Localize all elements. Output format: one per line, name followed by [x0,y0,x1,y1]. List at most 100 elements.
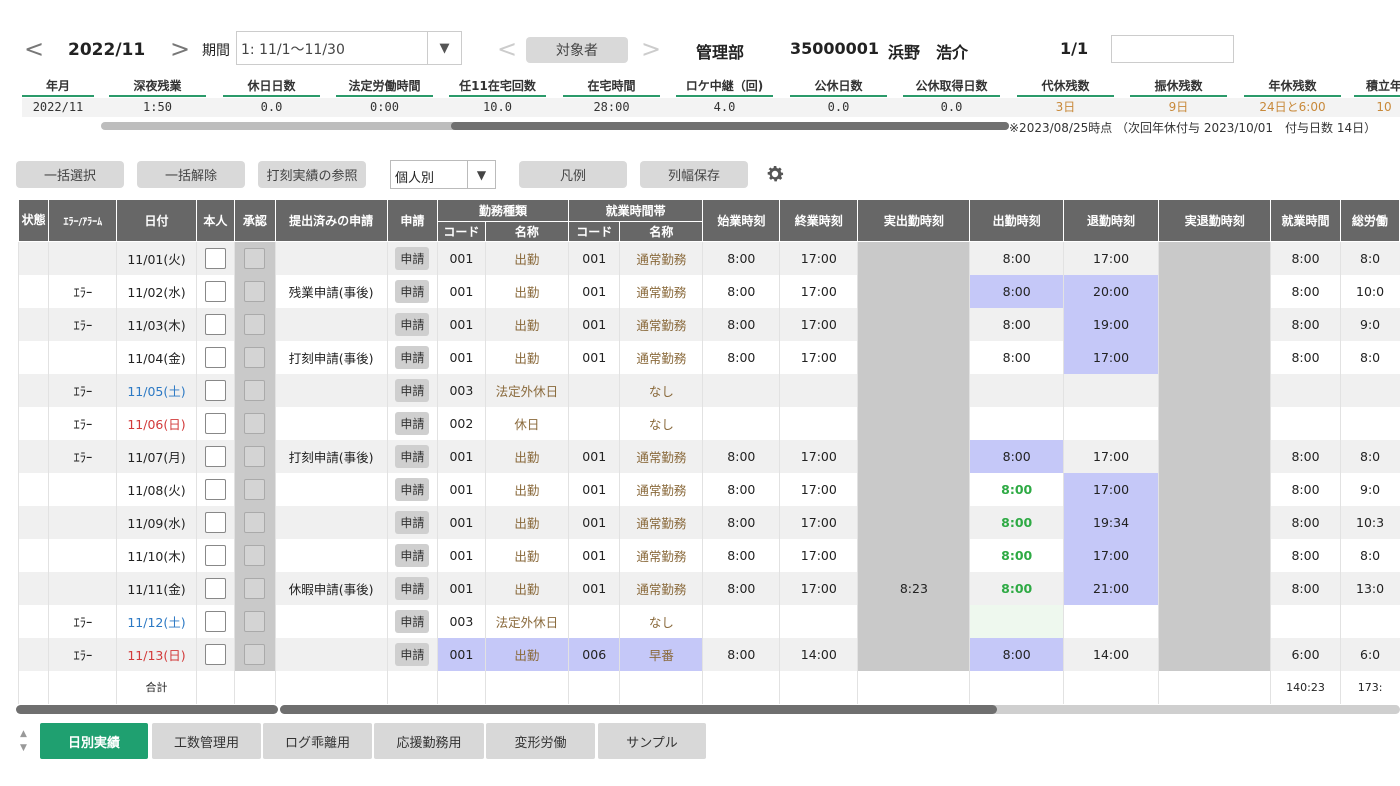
next-period-arrow[interactable]: > [170,37,190,61]
grid-scrollbar-track[interactable] [280,705,1400,714]
deselect-all-button[interactable]: 一括解除 [137,161,245,188]
self-checkbox[interactable] [204,643,226,665]
apply-cell[interactable]: 申請 [386,307,438,341]
apply-cell[interactable]: 申請 [386,274,438,308]
apply-button[interactable]: 申請 [395,345,430,369]
apply-button[interactable]: 申請 [395,609,430,633]
self-check-cell[interactable] [195,505,235,539]
self-checkbox[interactable] [204,247,226,269]
grid-scrollbar-thumb[interactable] [280,705,997,714]
search-input[interactable] [1111,35,1234,63]
self-check-cell[interactable] [195,274,235,308]
tab-4[interactable]: 変形労働 [486,723,595,759]
apply-button[interactable]: 申請 [395,378,430,402]
prev-person-arrow[interactable]: < [497,37,517,61]
apply-button[interactable]: 申請 [395,312,430,336]
apply-cell[interactable]: 申請 [386,241,438,275]
apply-button[interactable]: 申請 [395,576,430,600]
tab-0[interactable]: 日別実績 [40,723,148,759]
self-check-cell[interactable] [195,373,235,407]
self-checkbox[interactable] [204,346,226,368]
tab-1[interactable]: 工数管理用 [152,723,261,759]
total-cell: 8:0 [1339,340,1400,374]
work-type-name-cell: 出勤 [484,340,569,374]
self-checkbox[interactable] [204,577,226,599]
start-cell [702,373,780,407]
legend-button[interactable]: 凡例 [519,161,627,188]
summary-scrollbar-thumb[interactable] [451,122,1009,130]
prev-period-arrow[interactable]: < [24,37,44,61]
apply-cell[interactable]: 申請 [386,604,438,638]
self-checkbox[interactable] [204,445,226,467]
apply-cell[interactable]: 申請 [386,472,438,506]
self-check-cell[interactable] [195,637,235,671]
apply-button[interactable]: 申請 [395,246,430,270]
apply-button[interactable]: 申請 [395,642,430,666]
tab-5[interactable]: サンプル [598,723,706,759]
self-checkbox[interactable] [204,478,226,500]
approve-check-cell [234,439,276,473]
self-checkbox[interactable] [204,379,226,401]
status-cell [17,340,49,374]
self-check-cell[interactable] [195,307,235,341]
actual-in-cell [857,604,970,638]
self-check-cell[interactable] [195,439,235,473]
apply-cell[interactable]: 申請 [386,538,438,572]
total-empty-cell [234,670,276,704]
work-type-code-cell: 003 [437,373,486,407]
self-check-cell[interactable] [195,241,235,275]
self-checkbox[interactable] [204,610,226,632]
date-cell: 11/13(日) [116,637,197,671]
self-check-cell[interactable] [195,538,235,572]
self-checkbox[interactable] [204,313,226,335]
summary-scrollbar-track[interactable] [101,122,1009,130]
self-check-cell[interactable] [195,472,235,506]
work-type-name-cell: 出勤 [484,637,569,671]
date-text: 11/10(木) [127,548,186,564]
work-type-code-cell: 001 [437,538,486,572]
self-checkbox[interactable] [204,511,226,533]
view-mode-select[interactable]: 個人別 ▼ [390,160,496,189]
stamp-reference-button[interactable]: 打刻実績の参照 [258,161,366,188]
select-all-button[interactable]: 一括選択 [16,161,124,188]
self-check-cell[interactable] [195,340,235,374]
apply-button[interactable]: 申請 [395,444,430,468]
tab-2[interactable]: ログ乖離用 [263,723,372,759]
save-column-width-button[interactable]: 列幅保存 [640,161,748,188]
summary-value: 3日 [1055,100,1076,114]
self-check-cell[interactable] [195,406,235,440]
apply-button[interactable]: 申請 [395,279,430,303]
target-person-button[interactable]: 対象者 [526,37,628,63]
apply-button[interactable]: 申請 [395,411,430,435]
apply-cell[interactable]: 申請 [386,505,438,539]
clock-in-cell [969,406,1064,440]
self-checkbox[interactable] [204,412,226,434]
start-cell: 8:00 [702,505,780,539]
apply-button[interactable]: 申請 [395,477,430,501]
apply-cell[interactable]: 申請 [386,340,438,374]
self-check-cell[interactable] [195,604,235,638]
apply-cell[interactable]: 申請 [386,373,438,407]
apply-cell[interactable]: 申請 [386,571,438,605]
actual-in-cell [857,241,970,275]
approve-checkbox [244,379,266,401]
apply-button[interactable]: 申請 [395,543,430,567]
apply-cell[interactable]: 申請 [386,406,438,440]
self-checkbox[interactable] [204,280,226,302]
tab-scroll-arrows[interactable]: ▲ ▼ [20,727,27,755]
employee-name: 浜野 浩介 [888,43,969,62]
period-select[interactable]: 1: 11/1～11/30 ▼ [236,31,462,65]
col-clock-out: 退勤時刻 [1062,199,1160,242]
apply-cell[interactable]: 申請 [386,439,438,473]
total-empty-cell [969,670,1064,704]
total-cell [1339,406,1400,440]
next-person-arrow[interactable]: > [641,37,661,61]
frozen-scrollbar[interactable] [16,705,278,714]
apply-cell[interactable]: 申請 [386,637,438,671]
tab-3[interactable]: 応援勤務用 [374,723,484,759]
summary-value: 0.0 [940,100,963,114]
apply-button[interactable]: 申請 [395,510,430,534]
self-checkbox[interactable] [204,544,226,566]
self-check-cell[interactable] [195,571,235,605]
gear-icon[interactable] [764,163,786,185]
